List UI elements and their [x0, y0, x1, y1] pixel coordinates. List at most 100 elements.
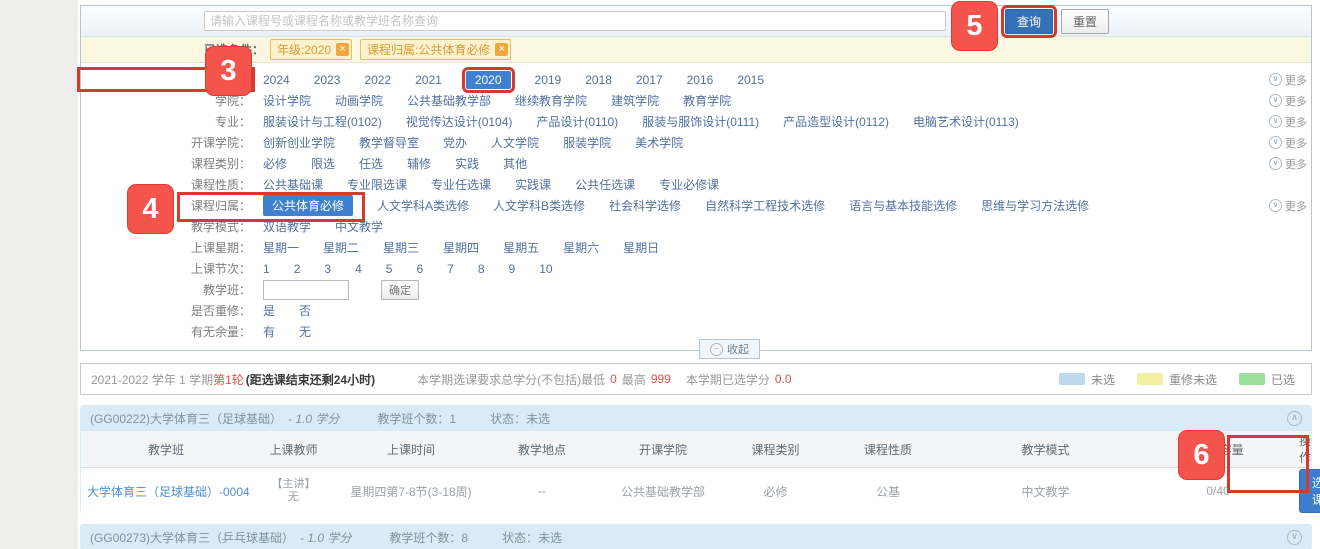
- filter-option[interactable]: 服装学院: [563, 134, 611, 151]
- filter-option[interactable]: 星期六: [563, 239, 599, 256]
- class-name-link[interactable]: 大学体育三（足球基础）-0004: [81, 468, 251, 515]
- filter-option[interactable]: 产品设计(0110): [536, 113, 618, 130]
- filter-option[interactable]: 2024: [263, 73, 290, 87]
- filter-option[interactable]: 7: [447, 262, 454, 276]
- filter-option[interactable]: 自然科学工程技术选修: [705, 197, 825, 214]
- filter-option[interactable]: 服装设计与工程(0102): [263, 113, 382, 130]
- filter-option[interactable]: 2015: [737, 73, 764, 87]
- class-time: 星期四第7-8节(3-18周): [336, 468, 486, 515]
- filter-option[interactable]: 专业限选课: [347, 176, 407, 193]
- filter-option[interactable]: 任选: [359, 155, 383, 172]
- filter-option[interactable]: 星期三: [383, 239, 419, 256]
- more-link[interactable]: ∨更多: [1269, 198, 1307, 214]
- filter-option[interactable]: 电脑艺术设计(0113): [913, 113, 1019, 130]
- filter-option[interactable]: 有: [263, 323, 275, 340]
- more-link[interactable]: ∨更多: [1269, 93, 1307, 109]
- filter-option[interactable]: 星期日: [623, 239, 659, 256]
- filter-option[interactable]: 6: [416, 262, 423, 276]
- filter-option[interactable]: 专业任选课: [431, 176, 491, 193]
- filter-option-selected[interactable]: 2020: [466, 71, 511, 89]
- filter-option[interactable]: 星期五: [503, 239, 539, 256]
- chevron-down-icon: ∨: [1269, 136, 1282, 149]
- remove-tag-icon[interactable]: ×: [336, 43, 349, 56]
- condition-tag-text: 课程归属:公共体育必修: [367, 41, 490, 58]
- filter-option[interactable]: 无: [299, 323, 311, 340]
- filter-option[interactable]: 5: [386, 262, 393, 276]
- filter-option[interactable]: 2018: [585, 73, 612, 87]
- selection-round: 第1轮: [213, 371, 244, 388]
- filter-option[interactable]: 人文学科B类选修: [493, 197, 585, 214]
- course-group-header[interactable]: (GG00273)大学体育三（乒乓球基础）- 1.0 学分教学班个数：8状态：未…: [80, 524, 1312, 549]
- filter-option[interactable]: 人文学科A类选修: [377, 197, 469, 214]
- chevron-down-icon[interactable]: ∨: [1287, 530, 1302, 545]
- filter-option[interactable]: 设计学院: [263, 92, 311, 109]
- legend-item: 已选: [1239, 371, 1295, 388]
- query-button[interactable]: 查询: [1005, 9, 1053, 34]
- filter-option[interactable]: 星期一: [263, 239, 299, 256]
- filter-option[interactable]: 教育学院: [683, 92, 731, 109]
- remove-tag-icon[interactable]: ×: [495, 43, 508, 56]
- filter-option-selected[interactable]: 公共体育必修: [263, 195, 353, 216]
- teaching-class-input[interactable]: [263, 280, 349, 300]
- filter-option[interactable]: 2017: [636, 73, 663, 87]
- filter-option[interactable]: 1: [263, 262, 270, 276]
- filter-option[interactable]: 中文教学: [335, 218, 383, 235]
- filter-option[interactable]: 是: [263, 302, 275, 319]
- more-link[interactable]: ∨更多: [1269, 72, 1307, 88]
- filter-option[interactable]: 思维与学习方法选修: [981, 197, 1089, 214]
- confirm-button[interactable]: 确定: [381, 280, 419, 300]
- search-input[interactable]: [204, 11, 946, 31]
- reset-button[interactable]: 重置: [1061, 9, 1109, 34]
- filter-option[interactable]: 必修: [263, 155, 287, 172]
- filter-option[interactable]: 产品造型设计(0112): [783, 113, 889, 130]
- chevron-up-icon[interactable]: ∧: [1287, 411, 1302, 426]
- filter-label: 上课星期：: [81, 239, 251, 256]
- filter-option[interactable]: 8: [478, 262, 485, 276]
- more-link[interactable]: ∨更多: [1269, 114, 1307, 130]
- filter-option[interactable]: 10: [539, 262, 552, 276]
- filter-option[interactable]: 否: [299, 302, 311, 319]
- filter-option[interactable]: 实践课: [515, 176, 551, 193]
- course-group-header[interactable]: (GG00222)大学体育三（足球基础）- 1.0 学分教学班个数：1状态：未选…: [80, 405, 1312, 431]
- select-course-button[interactable]: 选课: [1299, 469, 1320, 513]
- filter-option[interactable]: 教学督导室: [359, 134, 419, 151]
- filter-option[interactable]: 创新创业学院: [263, 134, 335, 151]
- filter-option[interactable]: 星期四: [443, 239, 479, 256]
- filter-option[interactable]: 视觉传达设计(0104): [406, 113, 513, 130]
- filter-option[interactable]: 2022: [364, 73, 391, 87]
- filter-option[interactable]: 限选: [311, 155, 335, 172]
- filter-option[interactable]: 星期二: [323, 239, 359, 256]
- collapse-filters-tab[interactable]: − 收起: [699, 339, 760, 359]
- more-link[interactable]: ∨更多: [1269, 135, 1307, 151]
- filter-option[interactable]: 其他: [503, 155, 527, 172]
- filter-option[interactable]: 继续教育学院: [515, 92, 587, 109]
- filter-option[interactable]: 语言与基本技能选修: [849, 197, 957, 214]
- filter-option[interactable]: 动画学院: [335, 92, 383, 109]
- filter-option[interactable]: 2: [294, 262, 301, 276]
- legend-swatch: [1137, 373, 1163, 385]
- filter-option[interactable]: 4: [355, 262, 362, 276]
- filter-option[interactable]: 实践: [455, 155, 479, 172]
- filter-option[interactable]: 人文学院: [491, 134, 539, 151]
- filter-option[interactable]: 9: [509, 262, 516, 276]
- filter-option[interactable]: 3: [324, 262, 331, 276]
- annotation-badge-6: 6: [1178, 430, 1225, 480]
- filter-option[interactable]: 服装与服饰设计(0111): [642, 113, 759, 130]
- filter-option[interactable]: 2016: [687, 73, 714, 87]
- filter-option[interactable]: 2021: [415, 73, 442, 87]
- filter-option[interactable]: 美术学院: [635, 134, 683, 151]
- more-link[interactable]: ∨更多: [1269, 156, 1307, 172]
- filter-option[interactable]: 建筑学院: [611, 92, 659, 109]
- class-college: 公共基础教学部: [598, 468, 728, 515]
- filter-option[interactable]: 社会科学选修: [609, 197, 681, 214]
- filter-option[interactable]: 辅修: [407, 155, 431, 172]
- filter-option[interactable]: 公共任选课: [575, 176, 635, 193]
- filter-option[interactable]: 党办: [443, 134, 467, 151]
- filter-option[interactable]: 公共基础教学部: [407, 92, 491, 109]
- filter-option[interactable]: 2019: [535, 73, 562, 87]
- filter-option[interactable]: 2023: [314, 73, 341, 87]
- filter-option[interactable]: 公共基础课: [263, 176, 323, 193]
- filter-option[interactable]: 双语教学: [263, 218, 311, 235]
- filter-option[interactable]: 专业必修课: [659, 176, 719, 193]
- class-nature: 公基: [823, 468, 953, 515]
